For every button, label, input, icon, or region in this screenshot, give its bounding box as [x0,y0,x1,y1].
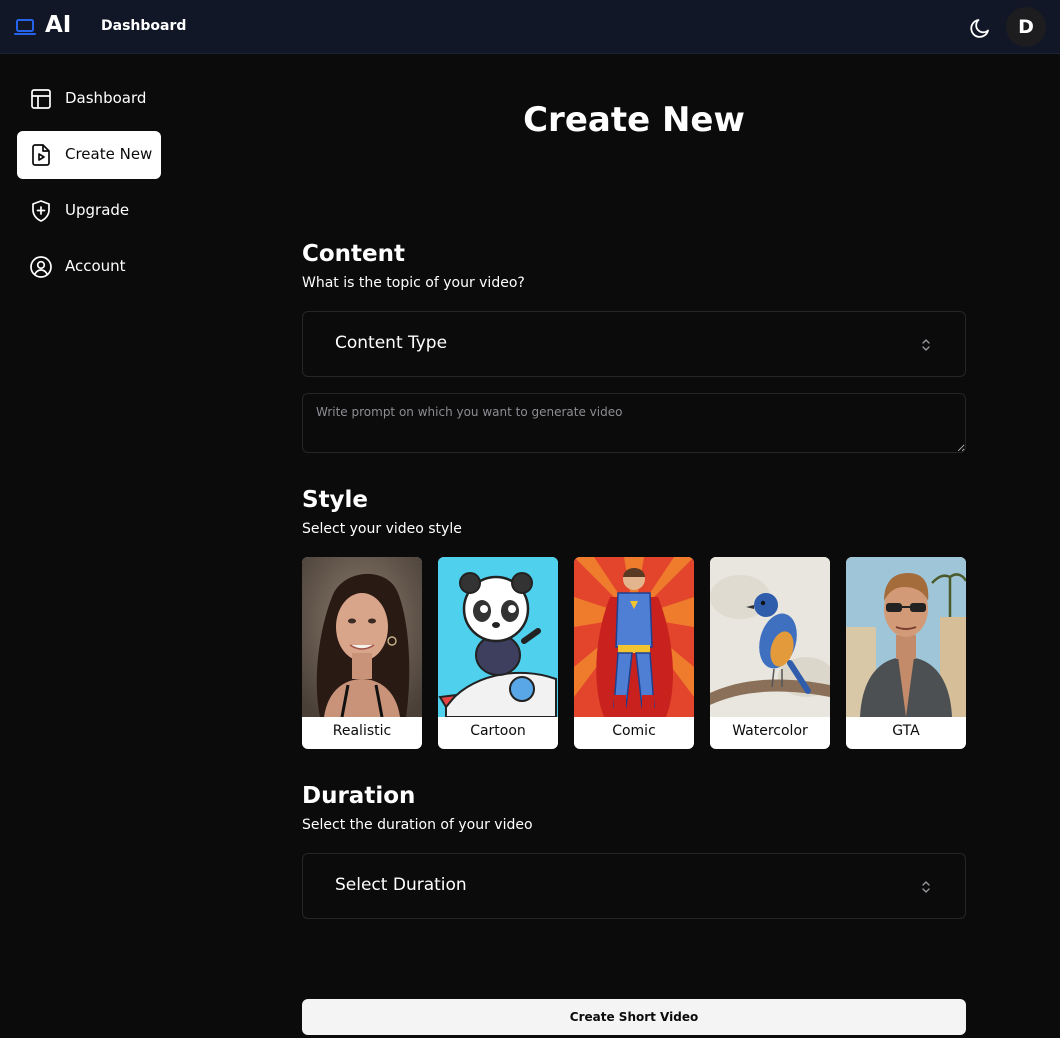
style-option-label: Comic [612,723,656,739]
style-option-watercolor[interactable]: Watercolor [710,557,830,749]
page-title: Create New [523,100,745,140]
cartoon-thumbnail [438,557,558,717]
content-subheading: What is the topic of your video? [302,275,525,291]
duration-heading: Duration [302,783,416,809]
gta-thumbnail [846,557,966,717]
chevron-up-down-icon [922,339,930,351]
style-option-realistic[interactable]: Realistic [302,557,422,749]
file-video-icon [32,144,50,166]
duration-value: Select Duration [335,875,467,895]
moon-icon[interactable] [968,16,992,40]
sidebar-item-label: Account [65,257,126,275]
sidebar-item-create-new[interactable]: Create New [17,131,161,179]
content-type-value: Content Type [335,333,448,353]
style-heading: Style [302,487,369,513]
sidebar-item-account[interactable]: Account [17,243,161,291]
sidebar-item-label: Dashboard [65,89,147,107]
style-option-label: Watercolor [732,723,808,739]
nav-link-dashboard[interactable]: Dashboard [101,18,186,34]
style-option-comic[interactable]: Comic [574,557,694,749]
shield-plus-icon [32,200,50,222]
chevron-up-down-icon [922,881,930,893]
content-heading: Content [302,241,406,267]
style-option-label: Cartoon [470,723,526,739]
duration-subheading: Select the duration of your video [302,817,533,833]
logo-text[interactable]: AI [45,12,71,38]
content-type-select[interactable]: Content Type [302,311,966,377]
style-option-cartoon[interactable]: Cartoon [438,557,558,749]
style-option-gta[interactable]: GTA [846,557,966,749]
laptop-icon [14,19,36,35]
avatar[interactable]: D [1006,7,1046,47]
style-option-label: GTA [892,723,920,739]
realistic-thumbnail [302,557,422,717]
style-subheading: Select your video style [302,521,462,537]
prompt-textarea[interactable] [302,393,966,453]
sidebar-item-label: Upgrade [65,201,130,219]
sidebar-item-upgrade[interactable]: Upgrade [17,187,161,235]
layout-icon [31,89,51,109]
duration-select[interactable]: Select Duration [302,853,966,919]
create-short-video-button[interactable]: Create Short Video [302,999,966,1035]
sidebar: Dashboard Create New Upgrade Account [0,54,180,1038]
user-circle-icon [30,256,52,278]
top-navbar: AI Dashboard D [0,0,1060,54]
watercolor-thumbnail [710,557,830,717]
sidebar-item-dashboard[interactable]: Dashboard [17,75,161,123]
comic-thumbnail [574,557,694,717]
sidebar-item-label: Create New [65,145,153,163]
style-option-label: Realistic [332,723,392,739]
